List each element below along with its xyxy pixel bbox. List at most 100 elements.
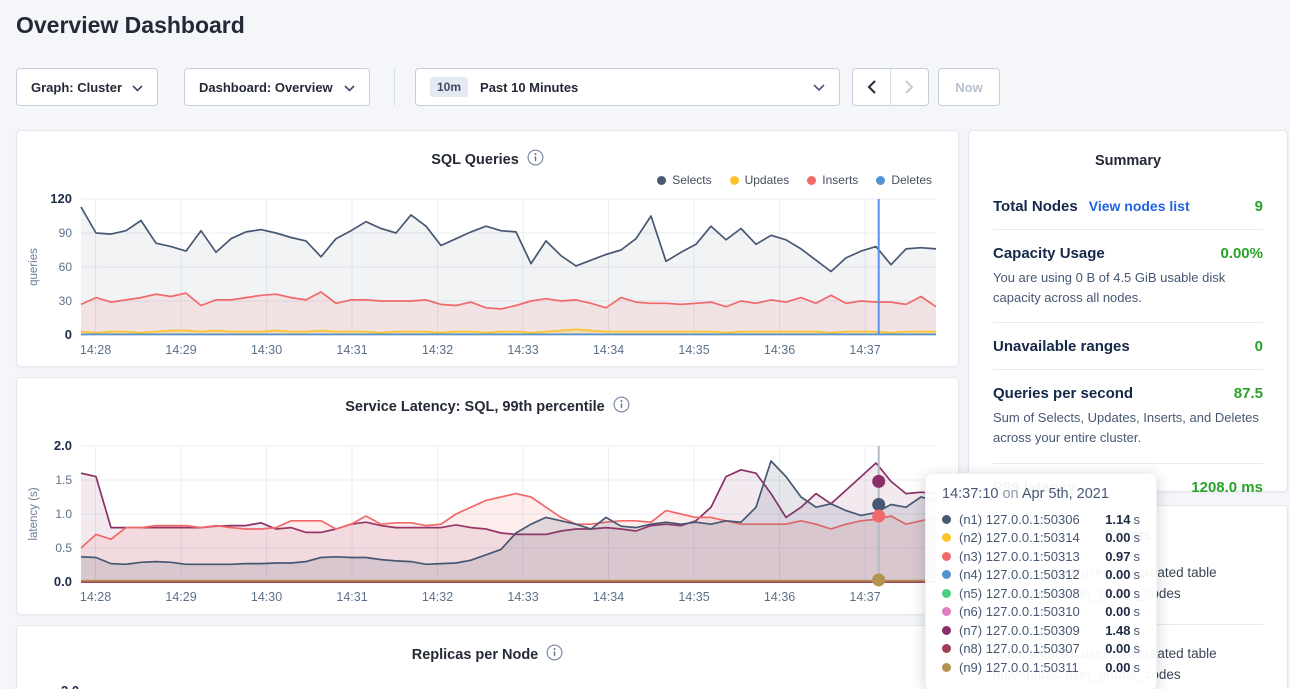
time-range-badge: 10m <box>430 77 468 97</box>
capacity-usage-label: Capacity Usage <box>993 245 1105 262</box>
svg-text:14:33: 14:33 <box>507 343 538 357</box>
divider <box>993 322 1263 323</box>
svg-text:14:34: 14:34 <box>593 343 624 357</box>
svg-text:14:31: 14:31 <box>336 343 367 357</box>
node-dot-icon <box>942 644 951 653</box>
svg-text:14:36: 14:36 <box>764 343 795 357</box>
svg-text:2.0: 2.0 <box>54 438 72 453</box>
queries-per-second-label: Queries per second <box>993 385 1133 402</box>
tooltip-row-n5: (n5) 127.0.0.1:50308 0.00 s <box>942 584 1140 603</box>
queries-per-second-description: Sum of Selects, Updates, Inserts, and De… <box>993 408 1263 448</box>
graph-dropdown-label: Graph: Cluster <box>31 80 122 95</box>
next-time-button[interactable] <box>891 69 928 105</box>
svg-text:latency (s): latency (s) <box>28 487 40 540</box>
legend-item-selects[interactable]: Selects <box>657 173 711 187</box>
svg-text:30: 30 <box>59 294 73 308</box>
unavailable-ranges-label: Unavailable ranges <box>993 338 1130 355</box>
chart-title: SQL Queries <box>431 152 519 168</box>
svg-text:14:32: 14:32 <box>422 590 453 604</box>
svg-text:1.0: 1.0 <box>55 507 72 521</box>
service-latency-card: Service Latency: SQL, 99th percentile 0.… <box>16 377 959 615</box>
tooltip-row-n1: (n1) 127.0.0.1:50306 1.14 s <box>942 510 1140 529</box>
replicas-title-row: Replicas per Node <box>17 644 958 665</box>
svg-text:14:32: 14:32 <box>422 343 453 357</box>
svg-text:1.5: 1.5 <box>55 473 72 487</box>
node-dot-icon <box>942 626 951 635</box>
chevron-down-icon <box>344 80 355 95</box>
node-dot-icon <box>942 570 951 579</box>
dashboard-dropdown-label: Dashboard: Overview <box>199 80 333 95</box>
tooltip-timestamp: 14:37:10 on Apr 5th, 2021 <box>942 486 1140 502</box>
tooltip-row-n7: (n7) 127.0.0.1:50309 1.48 s <box>942 621 1140 640</box>
node-dot-icon <box>942 607 951 616</box>
svg-text:90: 90 <box>59 226 73 240</box>
svg-text:14:34: 14:34 <box>593 590 624 604</box>
svg-text:14:37: 14:37 <box>849 343 880 357</box>
unavailable-ranges-value: 0 <box>1255 338 1263 355</box>
divider <box>993 463 1263 464</box>
view-nodes-list-link[interactable]: View nodes list <box>1089 198 1190 214</box>
svg-text:14:36: 14:36 <box>764 590 795 604</box>
graph-dropdown[interactable]: Graph: Cluster <box>16 68 158 106</box>
svg-text:0: 0 <box>65 327 72 342</box>
now-button-label: Now <box>955 80 982 95</box>
inserts-dot-icon <box>807 176 816 185</box>
controls-divider <box>394 68 395 106</box>
legend-item-deletes[interactable]: Deletes <box>876 173 932 187</box>
svg-text:queries: queries <box>28 248 40 286</box>
summary-panel: Summary Total Nodes View nodes list 9 Ca… <box>968 130 1288 492</box>
svg-text:14:28: 14:28 <box>80 343 111 357</box>
capacity-usage-row: Capacity Usage 0.00% <box>993 245 1263 262</box>
total-nodes-value: 9 <box>1255 198 1263 215</box>
info-icon[interactable] <box>527 149 544 170</box>
replicas-ymax-label: 2.0 <box>61 683 79 689</box>
legend-item-updates[interactable]: Updates <box>730 173 790 187</box>
divider <box>993 229 1263 230</box>
svg-text:14:35: 14:35 <box>678 343 709 357</box>
unavailable-ranges-row: Unavailable ranges 0 <box>993 338 1263 355</box>
svg-text:14:37: 14:37 <box>849 590 880 604</box>
svg-text:14:35: 14:35 <box>678 590 709 604</box>
dashboard-dropdown[interactable]: Dashboard: Overview <box>184 68 370 106</box>
sql-queries-legend: Selects Updates Inserts Deletes <box>657 173 932 187</box>
chart-title: Service Latency: SQL, 99th percentile <box>345 399 605 415</box>
svg-text:14:29: 14:29 <box>165 343 196 357</box>
sql-queries-card: SQL Queries Selects Updates Inserts Dele… <box>16 130 959 367</box>
svg-text:120: 120 <box>50 191 72 206</box>
tooltip-row-n9: (n9) 127.0.0.1:50311 0.00 s <box>942 658 1140 677</box>
svg-text:0.0: 0.0 <box>54 574 72 589</box>
chevron-down-icon <box>132 80 143 95</box>
svg-text:0.5: 0.5 <box>55 541 72 555</box>
info-icon[interactable] <box>613 396 630 417</box>
svg-text:14:31: 14:31 <box>336 590 367 604</box>
divider <box>993 369 1263 370</box>
updates-dot-icon <box>730 176 739 185</box>
chart-title: Replicas per Node <box>412 647 539 663</box>
node-dot-icon <box>942 515 951 524</box>
svg-text:60: 60 <box>59 260 73 274</box>
service-latency-chart[interactable]: 0.00.51.01.52.014:2814:2914:3014:3114:32… <box>17 436 960 608</box>
node-dot-icon <box>942 533 951 542</box>
svg-text:14:30: 14:30 <box>251 343 282 357</box>
sql-queries-title-row: SQL Queries <box>17 149 958 170</box>
queries-per-second-value: 87.5 <box>1234 385 1263 402</box>
time-range-dropdown[interactable]: 10m Past 10 Minutes <box>415 68 840 106</box>
total-nodes-row: Total Nodes View nodes list 9 <box>993 198 1263 215</box>
sql-queries-chart[interactable]: 0 30 60 90 120 14:28 14:29 14:30 14:31 14:32 14:33… <box>17 189 960 361</box>
info-icon[interactable] <box>546 644 563 665</box>
tooltip-row-n8: (n8) 127.0.0.1:50307 0.00 s <box>942 640 1140 659</box>
node-dot-icon <box>942 552 951 561</box>
total-nodes-label: Total Nodes <box>993 198 1078 215</box>
node-dot-icon <box>942 663 951 672</box>
svg-text:14:30: 14:30 <box>251 590 282 604</box>
node-dot-icon <box>942 589 951 598</box>
replicas-per-node-card: Replicas per Node 2.0 <box>16 625 959 689</box>
overview-dashboard-page: Overview Dashboard Graph: Cluster Dashbo… <box>0 0 1290 689</box>
tooltip-row-n3: (n3) 127.0.0.1:50313 0.97 s <box>942 547 1140 566</box>
legend-item-inserts[interactable]: Inserts <box>807 173 858 187</box>
selects-dot-icon <box>657 176 666 185</box>
capacity-usage-description: You are using 0 B of 4.5 GiB usable disk… <box>993 268 1263 308</box>
time-range-label: Past 10 Minutes <box>480 80 578 95</box>
previous-time-button[interactable] <box>853 69 891 105</box>
now-button[interactable]: Now <box>938 68 1000 106</box>
